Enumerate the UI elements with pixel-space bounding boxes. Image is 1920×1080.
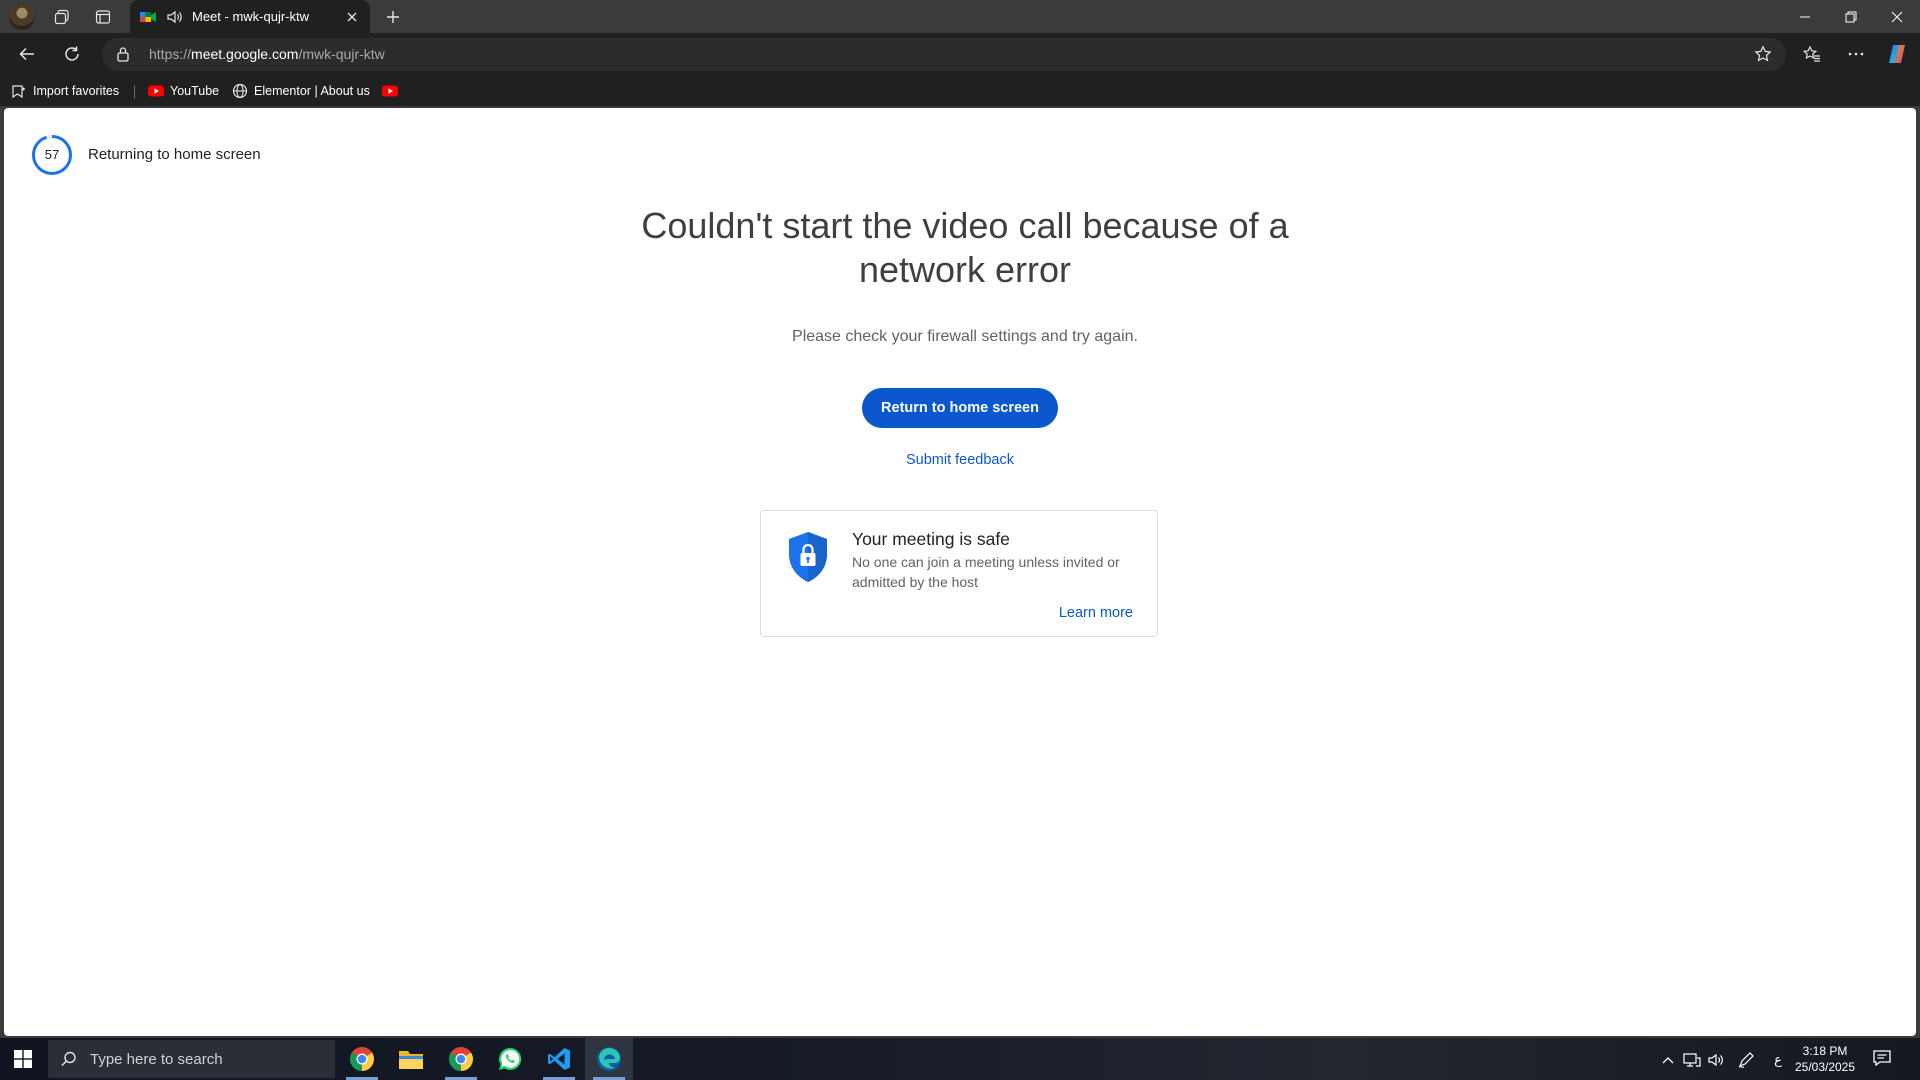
countdown-value: 57 (44, 147, 60, 162)
restore-icon[interactable] (1828, 0, 1874, 33)
countdown-status-text: Returning to home screen (88, 146, 261, 163)
url-path: /mwk-qujr-ktw (298, 46, 385, 62)
add-favorite-star-icon[interactable] (1754, 45, 1772, 63)
lock-icon[interactable] (116, 46, 130, 62)
file-explorer-icon[interactable] (387, 1038, 435, 1080)
profile-avatar[interactable] (9, 4, 35, 30)
youtube-icon (382, 85, 398, 97)
clock-time: 3:18 PM (1802, 1044, 1848, 1058)
bookmark-label: Elementor | About us (254, 84, 370, 98)
address-bar[interactable]: https://meet.google.com/mwk-qujr-ktw (102, 38, 1786, 71)
tab-actions-icon[interactable] (90, 4, 116, 30)
bookmark-import-favorites[interactable]: Import favorites (11, 81, 119, 101)
url-text: https://meet.google.com/mwk-qujr-ktw (149, 46, 385, 62)
error-subtext: Please check your firewall settings and … (792, 328, 1138, 345)
card-body: No one can join a meeting unless invited… (852, 554, 1120, 590)
globe-icon (232, 83, 248, 99)
clock-date: 25/03/2025 (1794, 1060, 1856, 1074)
meeting-safe-card: Your meeting is safe No one can join a m… (760, 510, 1158, 637)
notification-center-icon[interactable] (1872, 1048, 1892, 1068)
learn-more-link[interactable]: Learn more (1059, 605, 1133, 621)
url-scheme: https:// (149, 46, 192, 62)
edge-icon[interactable] (585, 1038, 633, 1080)
tab-meet[interactable]: Meet - mwk-qujr-ktw (130, 0, 370, 33)
card-title: Your meeting is safe (852, 529, 1010, 549)
bookmark-elementor[interactable]: Elementor | About us (232, 81, 370, 101)
url-host: meet.google.com (191, 46, 299, 62)
favorites-icon[interactable] (1797, 39, 1827, 69)
tab-close-icon[interactable] (339, 4, 365, 30)
back-arrow-icon[interactable] (12, 39, 42, 69)
import-favorites-icon (12, 85, 25, 99)
new-tab-icon[interactable] (380, 4, 406, 30)
bookmark-label: Import favorites (33, 84, 120, 98)
more-options-icon[interactable] (1841, 39, 1871, 69)
vscode-icon[interactable] (535, 1038, 583, 1080)
chrome-icon[interactable] (437, 1038, 485, 1080)
copilot-icon[interactable] (1882, 39, 1912, 69)
bookmarks-bar: Import favorites YouTube Elementor | Abo… (0, 75, 1920, 106)
taskbar-search-box[interactable]: Type here to search (48, 1040, 335, 1078)
countdown-timer: 57 (31, 134, 73, 176)
browser-toolbar: https://meet.google.com/mwk-qujr-ktw (0, 33, 1920, 75)
volume-icon[interactable] (1706, 1050, 1726, 1070)
chrome-icon[interactable] (338, 1038, 386, 1080)
search-placeholder: Type here to search (90, 1050, 223, 1068)
windows-taskbar: Type here to search ع 3:18 PM 25/03/2025 (0, 1038, 1920, 1080)
bookmarks-divider (134, 85, 135, 99)
network-icon[interactable] (1682, 1050, 1702, 1070)
whatsapp-icon[interactable] (486, 1038, 534, 1080)
browser-title-bar: Meet - mwk-qujr-ktw (0, 0, 1920, 33)
bookmark-youtube[interactable]: YouTube (148, 81, 219, 101)
taskbar-clock[interactable]: 3:18 PM 25/03/2025 (1790, 1043, 1860, 1075)
youtube-icon (148, 85, 164, 97)
return-home-button[interactable]: Return to home screen (862, 388, 1058, 428)
workspaces-icon[interactable] (49, 4, 75, 30)
minimize-icon[interactable] (1782, 0, 1828, 33)
windows-start-icon[interactable] (0, 1038, 46, 1080)
bookmark-label: YouTube (170, 84, 220, 98)
error-headline: Couldn't start the video call because of… (641, 205, 1289, 290)
search-icon (61, 1051, 76, 1067)
submit-feedback-link[interactable]: Submit feedback (860, 452, 1060, 468)
pen-workspace-icon[interactable] (1736, 1050, 1756, 1070)
close-window-icon[interactable] (1874, 0, 1920, 33)
meet-error-page: 57 Returning to home screen Couldn't sta… (4, 108, 1916, 1036)
bookmark-youtube-icon-only[interactable] (382, 81, 404, 101)
show-hidden-icons-chevron-icon[interactable] (1658, 1050, 1678, 1070)
input-language-indicator[interactable]: ع (1768, 1050, 1788, 1070)
refresh-icon[interactable] (57, 39, 87, 69)
audio-playing-icon[interactable] (165, 8, 183, 26)
tab-title: Meet - mwk-qujr-ktw (192, 9, 310, 24)
shield-lock-icon (789, 532, 827, 582)
google-meet-icon (140, 11, 156, 22)
